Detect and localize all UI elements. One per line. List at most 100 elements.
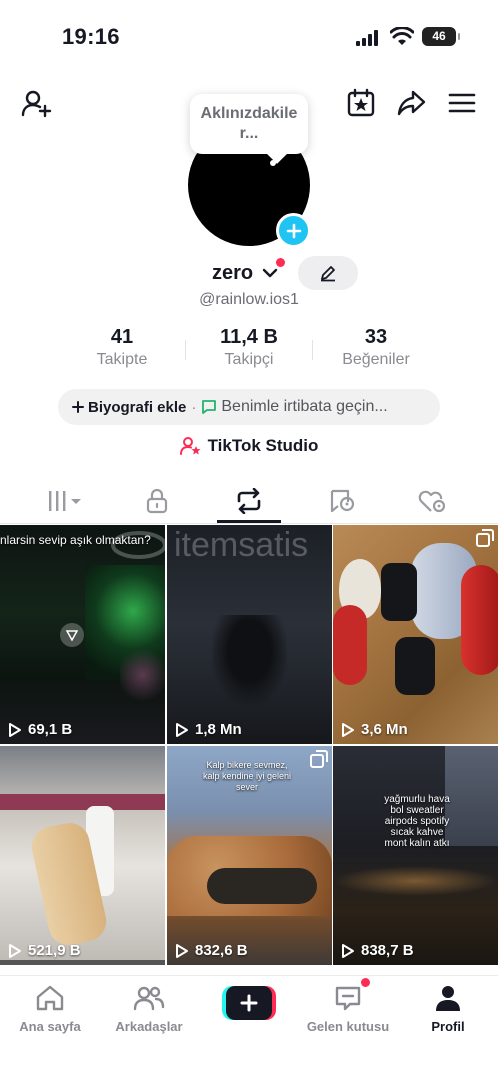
video-caption: nlarsin sevip aşık olmaktan? [0, 533, 151, 547]
video-thumbnail [395, 637, 435, 695]
create-button-core [226, 986, 272, 1020]
status-bar: 19:16 46 [0, 0, 498, 72]
stat-followers-label: Takipçi [224, 351, 274, 368]
video-tile[interactable]: 521,9 B [0, 746, 165, 965]
video-thumbnail [207, 868, 317, 904]
play-icon [342, 943, 354, 958]
friends-icon [133, 986, 165, 1011]
video-thumbnail [212, 615, 287, 705]
stat-divider [312, 340, 313, 360]
status-time: 19:16 [62, 24, 120, 49]
create-button[interactable] [222, 986, 276, 1020]
stat-followers-value: 11,4 B [220, 326, 278, 348]
stat-following-value: 41 [110, 326, 134, 348]
signal-icon [356, 30, 378, 46]
share-icon[interactable] [394, 86, 428, 120]
nav-inbox-label: Gelen kutusu [306, 1019, 390, 1034]
video-tile[interactable]: nlarsin sevip aşık olmaktan? 69,1 B [0, 525, 165, 744]
video-caption: Kalp bikere sevmez, kalp kendine iyi gel… [202, 760, 292, 792]
play-icon [9, 722, 21, 737]
bubble-dot [270, 160, 276, 166]
tab-private[interactable] [115, 478, 199, 524]
video-tile[interactable]: Kalp bikere sevmez, kalp kendine iyi gel… [167, 746, 332, 965]
video-tile[interactable]: 1,8 Mn [167, 525, 332, 744]
tiktok-studio-label: TikTok Studio [207, 436, 319, 455]
stat-likes[interactable]: 33 Beğeniler [316, 326, 436, 369]
plus-icon [72, 401, 84, 413]
video-thumbnail [0, 794, 165, 810]
photo-mode-icon [476, 529, 494, 547]
studio-icon [179, 437, 201, 455]
inbox-icon [335, 986, 361, 1011]
plus-icon [286, 223, 301, 238]
view-count-value: 69,1 B [28, 721, 73, 738]
video-thumbnail [333, 866, 498, 896]
tab-active-indicator [217, 520, 281, 523]
video-tile[interactable]: yağmurlu hava bol sweatler airpods spoti… [333, 746, 498, 965]
view-count: 69,1 B [8, 721, 72, 738]
edit-profile-button[interactable] [298, 256, 358, 290]
chat-bubble-icon [202, 400, 217, 414]
view-count-value: 1,8 Mn [195, 721, 242, 738]
nav-profile[interactable]: Profil [398, 984, 498, 1034]
stat-divider [185, 340, 186, 360]
profile-handle: @rainlow.ios1 [199, 291, 299, 308]
view-count: 838,7 B [341, 942, 414, 959]
stat-likes-label: Beğeniler [342, 351, 410, 368]
video-tile[interactable]: 3,6 Mn [333, 525, 498, 744]
favorites-icon [330, 489, 355, 513]
add-friend-icon[interactable] [18, 86, 54, 122]
video-thumbnail [120, 645, 165, 705]
stat-likes-value: 33 [364, 326, 388, 348]
lock-icon [146, 488, 168, 514]
stat-followers[interactable]: 11,4 B Takipçi [189, 326, 309, 369]
video-thumbnail [0, 960, 165, 965]
pencil-icon [321, 266, 335, 282]
video-caption: yağmurlu hava bol sweatler airpods spoti… [384, 794, 450, 849]
note-bubble[interactable]: Aklınızdakiler... [190, 94, 308, 154]
nav-friends-label: Arkadaşlar [115, 1019, 183, 1034]
video-thumbnail [333, 605, 367, 685]
view-count: 832,6 B [175, 942, 248, 959]
nav-home[interactable]: Ana sayfa [0, 984, 100, 1034]
tab-favorites[interactable] [300, 478, 384, 524]
repost-icon [237, 488, 261, 514]
tab-reposts[interactable] [207, 478, 291, 524]
liked-icon [418, 490, 446, 513]
profile-name[interactable]: zero [212, 262, 253, 285]
profile-tabs [0, 478, 498, 524]
video-thumbnail [461, 565, 498, 675]
tab-liked[interactable] [390, 478, 474, 524]
add-photo-button[interactable] [276, 213, 311, 248]
view-count: 521,9 B [8, 942, 81, 959]
send-icon [60, 623, 84, 647]
tab-videos[interactable] [24, 478, 108, 524]
notification-dot [276, 258, 285, 267]
profile-icon [436, 986, 460, 1011]
inbox-notification-dot [361, 978, 370, 987]
nav-home-label: Ana sayfa [19, 1019, 81, 1034]
menu-icon[interactable] [444, 86, 480, 120]
view-count-value: 521,9 B [28, 942, 81, 959]
contact-button[interactable]: Benimle irtibata geçin... [221, 398, 387, 416]
view-count-value: 832,6 B [195, 942, 248, 959]
calendar-star-icon[interactable] [344, 86, 378, 120]
nav-friends[interactable]: Arkadaşlar [99, 984, 199, 1034]
play-icon [342, 722, 354, 737]
bio-bar: Biyografi ekle · Benimle irtibata geçin.… [58, 389, 440, 425]
stat-following-label: Takipte [96, 351, 148, 368]
create-plus-icon [240, 994, 258, 1012]
chevron-down-icon[interactable] [262, 266, 278, 280]
play-icon [176, 943, 188, 958]
home-icon [36, 985, 64, 1011]
tiktok-studio-link[interactable]: TikTok Studio [0, 436, 498, 456]
bottom-nav: Ana sayfa Arkadaşlar Gelen kutusu Profil [0, 975, 498, 1080]
stat-following[interactable]: 41 Takipte [62, 326, 182, 369]
battery-icon: 46 [422, 27, 460, 46]
add-bio-button[interactable]: Biyografi ekle [88, 399, 186, 416]
play-icon [176, 722, 188, 737]
videos-grid-icon [49, 491, 81, 511]
nav-inbox[interactable]: Gelen kutusu [298, 984, 398, 1034]
view-count-value: 838,7 B [361, 942, 414, 959]
photo-mode-icon [310, 750, 328, 768]
